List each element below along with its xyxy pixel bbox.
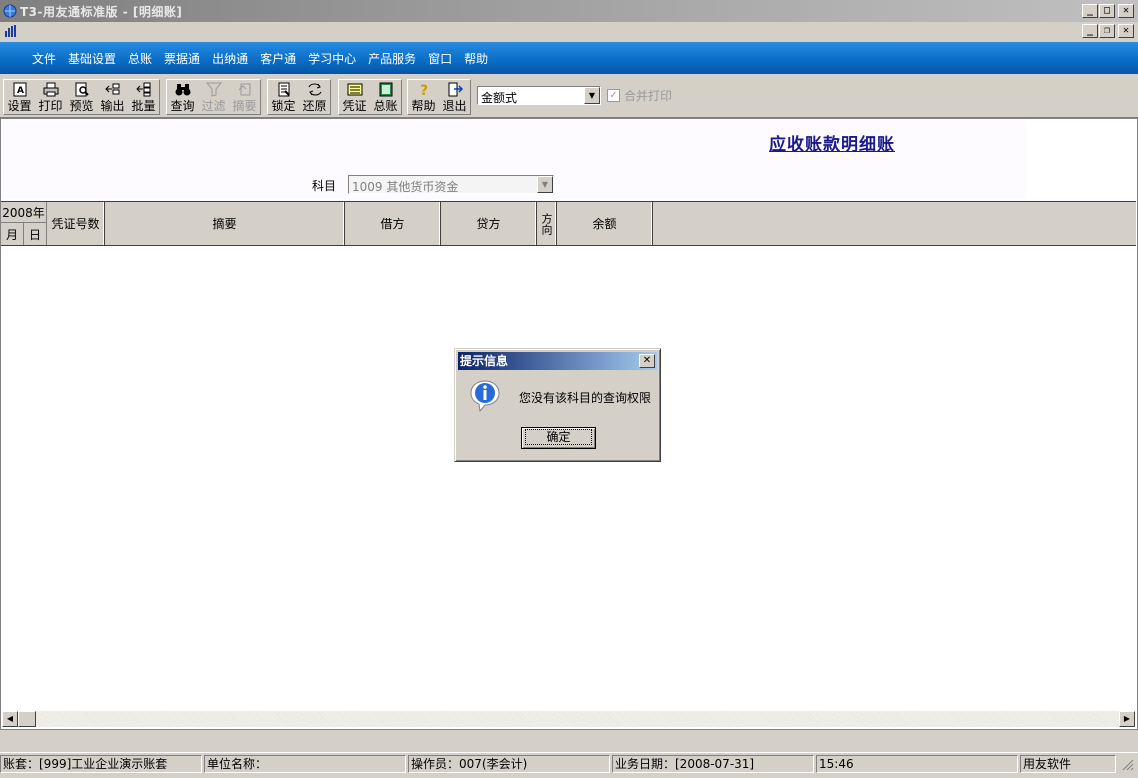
general-ledger-button[interactable]: 总账	[370, 80, 401, 114]
mdi-bar: _ ❐ ✕	[0, 22, 1138, 42]
status-account-set: 账套：[999]工业企业演示账套	[0, 755, 202, 773]
direction-header: 方向	[537, 202, 557, 245]
info-icon	[469, 379, 501, 413]
settings-button[interactable]: A 设置	[4, 80, 35, 114]
balance-header: 余额	[557, 202, 653, 245]
subject-select[interactable]: 1009 其他货币资金 ▼	[348, 175, 554, 194]
toolbar-group-ledger: 凭证 总账	[338, 79, 402, 115]
horizontal-scrollbar[interactable]: ◀ ▶	[2, 711, 1135, 727]
menu-help[interactable]: 帮助	[458, 50, 494, 67]
checkmark-icon[interactable]: ✓	[607, 89, 620, 102]
child-restore-button[interactable]: ❐	[1099, 24, 1115, 38]
status-time: 15:46	[816, 755, 1018, 773]
toolbar-group-lock: 锁定 还原	[267, 79, 331, 115]
status-bar: 账套：[999]工业企业演示账套 单位名称： 操作员：007(李会计) 业务日期…	[0, 752, 1138, 774]
resize-grip-icon[interactable]	[1122, 759, 1134, 774]
voucher-number-header: 凭证号数	[47, 202, 105, 245]
minimize-button[interactable]: _	[1082, 4, 1098, 18]
summary-icon	[236, 82, 254, 97]
subject-label: 科目	[312, 179, 337, 193]
maximize-button[interactable]: □	[1099, 4, 1115, 18]
format-select-value: 金额式	[481, 91, 518, 105]
chevron-down-icon[interactable]: ▼	[537, 176, 553, 193]
status-unit-name: 单位名称：	[204, 755, 406, 773]
menu-basic-settings[interactable]: 基础设置	[62, 50, 122, 67]
subject-select-value: 1009 其他货币资金	[352, 180, 459, 194]
summary-header: 摘要	[105, 202, 345, 245]
close-button[interactable]: ✕	[1118, 4, 1134, 18]
merge-print-label: 合并打印	[624, 89, 673, 103]
app-globe-icon	[2, 3, 18, 19]
menu-file[interactable]: 文件	[26, 50, 62, 67]
summary-button[interactable]: 摘要	[229, 80, 260, 114]
menu-product-services[interactable]: 产品服务	[362, 50, 422, 67]
menu-window[interactable]: 窗口	[422, 50, 458, 67]
preview-button[interactable]: 预览	[66, 80, 97, 114]
toolbar-group-query: 查询 过滤 摘要	[166, 79, 261, 115]
status-vendor: 用友软件	[1020, 755, 1116, 773]
export-icon	[104, 82, 122, 97]
svg-text:?: ?	[420, 83, 428, 97]
format-select[interactable]: 金额式 ▼	[477, 86, 601, 105]
menu-general-ledger[interactable]: 总账	[122, 50, 158, 67]
toolbar-group-help: ? 帮助 退出	[407, 79, 471, 115]
voucher-button[interactable]: 凭证	[339, 80, 370, 114]
lock-icon	[275, 82, 293, 97]
title-bar: T3-用友通标准版 - [明细账] _ □ ✕	[0, 0, 1138, 22]
ledger-table-header: 2008年 月 日 凭证号数 摘要 借方 贷方 方向 余额	[1, 201, 1136, 246]
scroll-thumb[interactable]	[18, 711, 36, 727]
info-dialog: 提示信息 ✕ 您没有该科目的查询权限 确定	[454, 348, 661, 462]
query-button[interactable]: 查询	[167, 80, 198, 114]
exit-button[interactable]: 退出	[439, 80, 470, 114]
ok-button-label: 确定	[525, 429, 592, 445]
scroll-right-icon[interactable]: ▶	[1119, 711, 1135, 727]
dialog-title-bar: 提示信息 ✕	[458, 352, 657, 370]
export-button[interactable]: 输出	[97, 80, 128, 114]
printer-icon	[42, 82, 60, 97]
menu-cashier[interactable]: 出纳通	[206, 50, 254, 67]
binoculars-icon	[174, 82, 192, 97]
report-title: 应收账款明细账	[769, 135, 895, 155]
debit-header: 借方	[345, 202, 441, 245]
exit-icon	[446, 82, 464, 97]
restore-icon	[306, 82, 324, 97]
window-title: T3-用友通标准版 - [明细账]	[20, 4, 183, 19]
restore-button[interactable]: 还原	[299, 80, 330, 114]
help-icon: ?	[415, 82, 433, 97]
credit-header: 贷方	[441, 202, 537, 245]
ledger-icon	[377, 82, 395, 97]
dialog-close-button[interactable]: ✕	[639, 354, 655, 368]
status-business-date: 业务日期：[2008-07-31]	[612, 755, 814, 773]
dialog-message: 您没有该科目的查询权限	[519, 391, 652, 405]
document-chart-icon	[4, 24, 18, 38]
filter-icon	[205, 82, 223, 97]
child-close-button[interactable]: ✕	[1118, 24, 1134, 38]
child-minimize-button[interactable]: _	[1082, 24, 1098, 38]
merge-print-checkbox[interactable]: ✓ 合并打印	[607, 87, 672, 104]
menu-learning-center[interactable]: 学习中心	[302, 50, 362, 67]
ok-button[interactable]: 确定	[521, 427, 596, 449]
year-header: 2008年	[1, 202, 47, 223]
toolbar-group-output: A 设置 打印 预览 输出 批量	[3, 79, 160, 115]
voucher-icon	[346, 82, 364, 97]
settings-icon: A	[11, 82, 29, 97]
menu-bar: 文件 基础设置 总账 票据通 出纳通 客户通 学习中心 产品服务 窗口 帮助	[0, 42, 1138, 74]
batch-icon	[135, 82, 153, 97]
menu-customers[interactable]: 客户通	[254, 50, 302, 67]
help-button[interactable]: ? 帮助	[408, 80, 439, 114]
filter-button[interactable]: 过滤	[198, 80, 229, 114]
dialog-title: 提示信息	[460, 354, 509, 368]
svg-text:A: A	[17, 86, 24, 96]
chevron-down-icon[interactable]: ▼	[584, 87, 600, 104]
lock-button[interactable]: 锁定	[268, 80, 299, 114]
month-header: 月	[1, 223, 24, 245]
menu-bills[interactable]: 票据通	[158, 50, 206, 67]
batch-button[interactable]: 批量	[128, 80, 159, 114]
day-header: 日	[24, 223, 47, 245]
print-button[interactable]: 打印	[35, 80, 66, 114]
preview-icon	[73, 82, 91, 97]
status-operator: 操作员：007(李会计)	[408, 755, 610, 773]
scroll-left-icon[interactable]: ◀	[2, 711, 18, 727]
